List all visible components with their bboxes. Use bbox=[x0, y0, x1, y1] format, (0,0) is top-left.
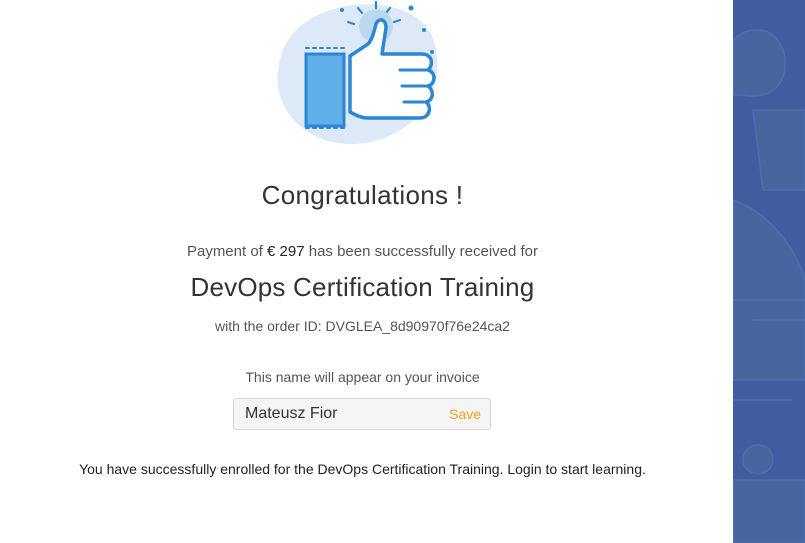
course-name: DevOps Certification Training bbox=[190, 272, 535, 302]
payment-prefix: Payment of bbox=[186, 243, 263, 260]
page: Congratulations ! Payment of € 297 has b… bbox=[0, 0, 805, 543]
invoice-name-hint: This name will appear on your invoice bbox=[245, 369, 480, 385]
order-id-text: with the order ID: DVGLEA_8d90970f76e24c… bbox=[215, 318, 510, 334]
enrolled-message: You have successfully enrolled for the D… bbox=[79, 461, 646, 477]
payment-message: Payment of € 297 has been successfully r… bbox=[0, 243, 725, 260]
thumbs-up-icon bbox=[272, 0, 457, 150]
side-decorative-panel bbox=[733, 0, 805, 543]
save-button[interactable]: Save bbox=[449, 399, 481, 429]
invoice-name-box: Save bbox=[233, 398, 491, 430]
invoice-name-input[interactable] bbox=[234, 399, 434, 429]
payment-suffix: has been successfully received for bbox=[308, 243, 539, 260]
main-content: Congratulations ! Payment of € 297 has b… bbox=[0, 0, 733, 543]
congratulations-heading: Congratulations ! bbox=[261, 180, 464, 210]
payment-amount: € 297 bbox=[267, 243, 305, 260]
